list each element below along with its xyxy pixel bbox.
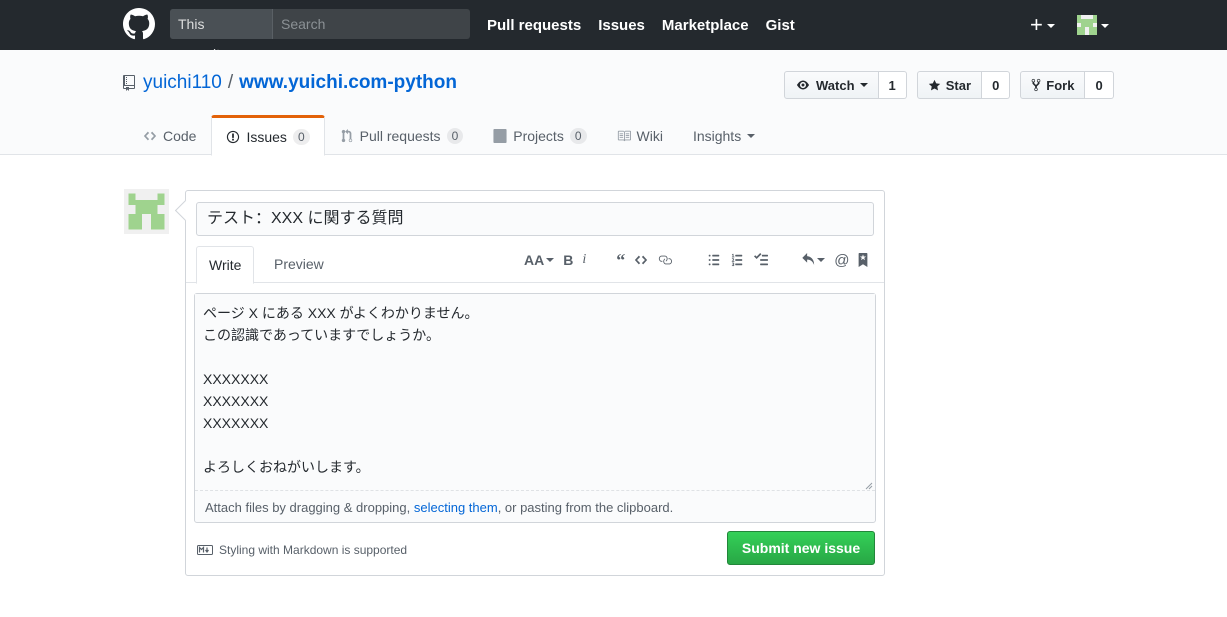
- chevron-down-icon: [747, 134, 756, 138]
- code-icon: [143, 131, 157, 141]
- issue-title-input[interactable]: テスト：XXX に関する質問: [196, 202, 874, 236]
- path-separator: /: [227, 72, 234, 93]
- book-icon: [617, 130, 631, 142]
- link-icon[interactable]: [657, 253, 673, 267]
- mention-icon[interactable]: @: [834, 252, 849, 269]
- repo-actions: Watch 1 Star 0 Fork 0: [784, 71, 1124, 99]
- italic-icon[interactable]: i: [582, 252, 586, 268]
- markdown-icon: [197, 545, 213, 555]
- tab-insights[interactable]: Insights: [678, 115, 770, 155]
- reply-icon[interactable]: [801, 253, 826, 267]
- repo-name-link[interactable]: www.yuichi.com-python: [239, 72, 457, 94]
- plus-icon: +: [1030, 12, 1043, 37]
- git-pull-request-icon: [341, 129, 352, 143]
- new-issue-form: テスト：XXX に関する質問 Write Preview AA B i “ @: [185, 190, 885, 576]
- fork-label: Fork: [1046, 77, 1075, 93]
- chevron-down-icon: [859, 83, 868, 87]
- repo-nav: Code Issues 0 Pull requests 0 Projects 0…: [128, 115, 770, 156]
- repo-title: yuichi110 / www.yuichi.com-python: [123, 72, 457, 94]
- selecting-them-link[interactable]: selecting them: [414, 500, 498, 515]
- quote-icon[interactable]: “: [616, 250, 625, 271]
- task-list-icon[interactable]: [753, 253, 769, 267]
- tab-projects[interactable]: Projects 0: [478, 115, 601, 155]
- tab-issues[interactable]: Issues 0: [211, 115, 325, 156]
- global-header: This repository Pull requests Issues Mar…: [0, 0, 1227, 62]
- attach-prefix: Attach files by dragging & dropping,: [205, 500, 414, 515]
- star-button[interactable]: Star: [916, 71, 983, 99]
- issue-opened-icon: [227, 130, 240, 143]
- header-actions: +: [1030, 12, 1109, 38]
- github-logo-icon[interactable]: [123, 8, 155, 40]
- bookmark-icon[interactable]: [858, 253, 868, 267]
- nav-gist[interactable]: Gist: [766, 17, 795, 34]
- repo-header: yuichi110 / www.yuichi.com-python Watch …: [0, 50, 1227, 156]
- fork-icon: [1031, 78, 1041, 92]
- tab-write[interactable]: Write: [196, 246, 255, 284]
- watch-count[interactable]: 1: [878, 71, 907, 99]
- repo-icon: [123, 75, 135, 91]
- code-icon[interactable]: [634, 253, 648, 267]
- nav-issues[interactable]: Issues: [598, 17, 645, 34]
- tab-pull-requests[interactable]: Pull requests 0: [325, 115, 479, 155]
- new-menu-button[interactable]: +: [1030, 12, 1055, 37]
- tab-insights-label: Insights: [692, 128, 742, 144]
- user-menu-button[interactable]: [1055, 15, 1109, 35]
- search-input[interactable]: [273, 9, 470, 39]
- search-group: This repository: [170, 9, 470, 62]
- attach-suffix: , or pasting from the clipboard.: [497, 500, 674, 515]
- tab-code-label: Code: [163, 128, 197, 144]
- projects-counter: 0: [569, 128, 587, 144]
- tab-wiki[interactable]: Wiki: [602, 115, 678, 155]
- star-label: Star: [945, 77, 972, 93]
- tab-preview[interactable]: Preview: [262, 246, 336, 283]
- issue-body-editor: ページ X にある XXX がよくわかりません。 この認識であっていますでしょう…: [194, 293, 876, 523]
- tab-code[interactable]: Code: [128, 115, 211, 155]
- eye-icon: [797, 80, 809, 90]
- tab-projects-label: Projects: [513, 128, 564, 144]
- submit-new-issue-button[interactable]: Submit new issue: [727, 531, 875, 565]
- tab-wiki-label: Wiki: [636, 128, 663, 144]
- fork-group: Fork 0: [1020, 71, 1114, 99]
- header-nav: Pull requests Issues Marketplace Gist: [487, 0, 812, 50]
- header-text-icon[interactable]: AA: [524, 252, 555, 268]
- watch-button[interactable]: Watch: [784, 71, 879, 99]
- fork-button[interactable]: Fork: [1020, 71, 1086, 99]
- issues-counter: 0: [292, 128, 310, 145]
- watch-group: Watch 1: [784, 71, 907, 99]
- star-icon: [928, 79, 940, 90]
- project-icon: [493, 129, 507, 143]
- bold-icon[interactable]: B: [563, 252, 573, 268]
- chevron-down-icon: [1100, 24, 1109, 28]
- repo-owner-link[interactable]: yuichi110: [143, 72, 222, 94]
- nav-marketplace[interactable]: Marketplace: [662, 17, 749, 34]
- star-count[interactable]: 0: [982, 71, 1011, 99]
- unordered-list-icon[interactable]: [707, 253, 721, 267]
- tab-pull-requests-label: Pull requests: [359, 128, 441, 144]
- search-scope-label: This repository: [170, 9, 273, 62]
- pulls-counter: 0: [446, 128, 464, 144]
- avatar: [1076, 15, 1097, 35]
- tab-issues-label: Issues: [246, 128, 287, 145]
- markdown-toolbar: AA B i “ @: [524, 250, 877, 270]
- attach-files-hint: Attach files by dragging & dropping, sel…: [205, 500, 673, 515]
- chevron-down-icon: [1046, 24, 1055, 28]
- markdown-hint-label: Styling with Markdown is supported: [219, 543, 408, 557]
- nav-pull-requests[interactable]: Pull requests: [487, 17, 581, 34]
- author-avatar[interactable]: [124, 189, 169, 234]
- star-group: Star 0: [916, 71, 1011, 99]
- markdown-hint[interactable]: Styling with Markdown is supported: [197, 543, 407, 557]
- fork-count[interactable]: 0: [1085, 71, 1114, 99]
- resize-handle-icon[interactable]: [865, 482, 873, 490]
- watch-label: Watch: [816, 77, 855, 93]
- issue-body-textarea[interactable]: ページ X にある XXX がよくわかりません。 この認識であっていますでしょう…: [195, 294, 875, 491]
- ordered-list-icon[interactable]: [730, 253, 744, 267]
